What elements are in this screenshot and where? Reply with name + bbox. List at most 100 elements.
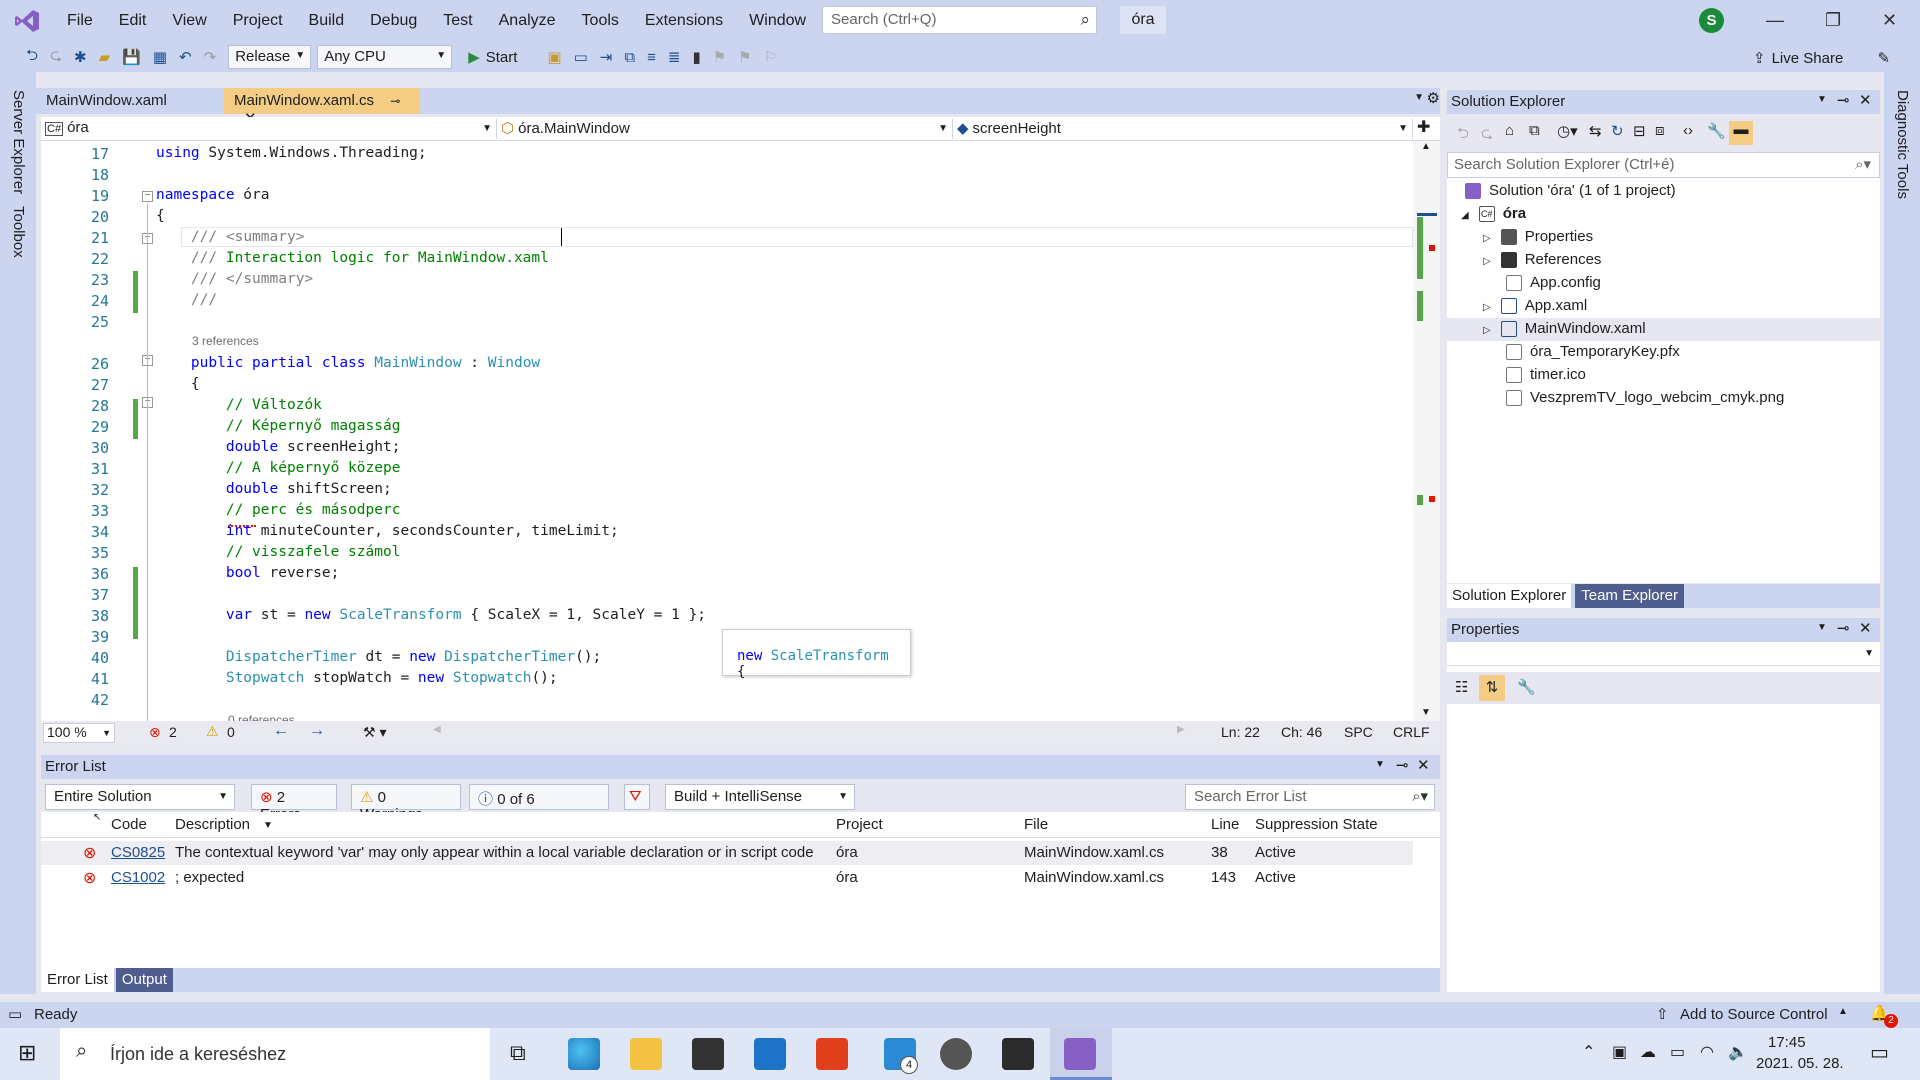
code-line[interactable]: bool reverse; — [156, 565, 340, 581]
home-icon[interactable]: ⌂ — [1505, 122, 1514, 139]
view-code-icon[interactable]: ‹› — [1683, 122, 1693, 139]
next-issue-icon[interactable]: → — [309, 722, 325, 740]
global-search-input[interactable]: Search (Ctrl+Q) ⌕ — [822, 6, 1097, 34]
clock-time[interactable]: 17:45 — [1768, 1034, 1806, 1051]
menu-edit[interactable]: Edit — [106, 0, 160, 42]
tab-mainwindow-xaml[interactable]: MainWindow.xaml — [36, 88, 222, 114]
start-button[interactable]: Start — [486, 49, 518, 66]
tab-output[interactable]: Output — [115, 968, 173, 992]
table-row[interactable]: ⊗ CS0825 The contextual keyword 'var' ma… — [41, 841, 1413, 865]
previous-issue-icon[interactable]: ← — [273, 722, 289, 740]
server-explorer-tab[interactable]: Server Explorer — [10, 90, 27, 194]
open-folder-icon[interactable]: ▰ — [99, 48, 111, 66]
categorized-icon[interactable]: ☷ — [1455, 678, 1468, 696]
action-center-icon[interactable]: ▭ — [1870, 1040, 1889, 1065]
microsoft-store-icon[interactable] — [692, 1038, 724, 1070]
pane-dropdown-icon[interactable]: ▼ — [1375, 759, 1385, 770]
split-editor-icon[interactable]: ✚ — [1417, 117, 1430, 137]
column-project[interactable]: Project — [836, 816, 883, 833]
toolbox-tab[interactable]: Toolbox — [10, 206, 27, 258]
error-count[interactable]: 2 — [169, 724, 177, 740]
menu-debug[interactable]: Debug — [357, 0, 430, 42]
battery-icon[interactable]: ▭ — [1670, 1042, 1685, 1062]
pin-icon[interactable]: ⊸ — [1837, 91, 1850, 109]
code-line[interactable]: // Képernyő magasság — [156, 418, 401, 434]
edge-browser-icon[interactable] — [568, 1038, 600, 1070]
bookmark-icon[interactable]: ▮ — [692, 48, 700, 66]
taskbar-search-box[interactable]: ⌕ Írjon ide a kereséshez — [60, 1028, 490, 1080]
build-filter-select[interactable]: Build + IntelliSense ▼ — [665, 784, 855, 810]
wifi-icon[interactable]: ◠ — [1700, 1042, 1714, 1062]
column-file[interactable]: File — [1024, 816, 1048, 833]
line-ending-indicator[interactable]: CRLF — [1393, 724, 1430, 740]
restore-icon[interactable]: ❐ — [1825, 10, 1841, 31]
pending-changes-icon[interactable]: ◷▾ — [1557, 122, 1578, 140]
member-dropdown[interactable]: ◆ screenHeight ▼ — [957, 119, 1413, 139]
codelens-references[interactable]: 0 references — [228, 713, 295, 721]
code-line[interactable]: namespace óra — [156, 187, 270, 203]
tab-solution-explorer[interactable]: Solution Explorer — [1447, 584, 1572, 608]
menu-window[interactable]: Window — [736, 0, 819, 42]
tree-item-solution[interactable]: Solution 'óra' (1 of 1 project) — [1465, 182, 1676, 200]
tree-item-app-xaml[interactable]: ▷ App.xaml — [1483, 297, 1587, 315]
collapsed-arrow-icon[interactable]: ▷ — [1483, 302, 1491, 313]
sync-icon[interactable]: ⇆ — [1589, 122, 1602, 140]
bookmark-clear-icon[interactable]: ⚐ — [764, 48, 777, 66]
expanded-arrow-icon[interactable]: ◢ — [1461, 210, 1469, 221]
clock-date[interactable]: 2021. 05. 28. — [1756, 1055, 1844, 1072]
menu-view[interactable]: View — [159, 0, 219, 42]
gear-icon[interactable]: ⚙ — [1427, 89, 1440, 107]
column-code[interactable]: Code — [111, 816, 147, 833]
tree-item-references[interactable]: ▷ References — [1483, 251, 1601, 269]
tree-item-timer-ico[interactable]: timer.ico — [1506, 366, 1586, 384]
code-cleanup-icon[interactable]: ⚒ ▾ — [363, 724, 386, 741]
errors-filter-button[interactable]: ⊗ 2 Errors — [251, 784, 337, 823]
browser-link-icon[interactable]: ▭ — [574, 48, 588, 66]
object-select[interactable]: ▼ — [1447, 644, 1880, 666]
menu-test[interactable]: Test — [430, 0, 485, 42]
redo-icon[interactable]: ↷ — [204, 48, 217, 66]
chevron-up-icon[interactable]: ⌃ — [1582, 1042, 1595, 1062]
table-row[interactable]: ⊗ CS1002 ; expected óra MainWindow.xaml.… — [41, 866, 1413, 890]
code-line[interactable]: // A képernyő közepe — [156, 460, 401, 476]
close-icon[interactable]: ✕ — [1882, 10, 1897, 31]
scroll-up-icon[interactable]: ▲ — [1421, 141, 1431, 152]
alphabetical-icon[interactable]: ⇅ — [1479, 675, 1505, 701]
toggle-panel-icon[interactable]: ⧉ — [624, 49, 635, 66]
messages-filter-button[interactable]: ⓘ 0 of 6 Messages — [469, 784, 609, 826]
pin-icon[interactable]: ⊸ — [1396, 756, 1409, 774]
warning-count[interactable]: 0 — [227, 724, 235, 740]
code-line[interactable]: // Változók — [156, 397, 322, 413]
vertical-scrollbar[interactable]: ▲ ▼ — [1413, 141, 1440, 721]
switch-views-icon[interactable]: ⧉ — [1529, 122, 1540, 139]
scroll-right-icon[interactable]: ▶ — [1177, 724, 1185, 735]
tree-item-logo-png[interactable]: VeszpremTV_logo_webcim_cmyk.png — [1506, 389, 1784, 407]
collapse-icon[interactable]: − — [142, 191, 153, 202]
tree-item-project[interactable]: ◢ C# óra — [1461, 205, 1526, 223]
code-line[interactable]: /// — [156, 292, 217, 308]
close-icon[interactable]: ✕ — [1417, 756, 1430, 774]
tab-mainwindow-xaml-cs[interactable]: MainWindow.xaml.cs ⊸ ✕ — [224, 88, 420, 127]
bookmark-prev-icon[interactable]: ⚑ — [713, 48, 726, 66]
pin-icon[interactable]: ⊸ — [390, 94, 400, 108]
code-line[interactable]: int minuteCounter, secondsCounter, timeL… — [156, 523, 619, 539]
code-line[interactable]: /// </summary> — [156, 271, 313, 287]
menu-project[interactable]: Project — [220, 0, 296, 42]
forward-icon[interactable]: ⮎ — [1481, 123, 1493, 148]
column-description[interactable]: Description — [175, 816, 250, 833]
undo-icon[interactable]: ↶ — [179, 48, 192, 66]
code-line[interactable]: /// Interaction logic for MainWindow.xam… — [156, 250, 549, 266]
close-icon[interactable]: ✕ — [1859, 91, 1872, 109]
save-icon[interactable]: 💾 — [122, 48, 141, 66]
type-dropdown[interactable]: ⬡ óra.MainWindow ▼ — [501, 119, 953, 139]
solution-name-badge[interactable]: óra — [1120, 6, 1166, 34]
column-suppression-state[interactable]: Suppression State — [1255, 816, 1378, 833]
minimize-icon[interactable]: — — [1766, 10, 1784, 31]
tab-team-explorer[interactable]: Team Explorer — [1575, 584, 1684, 608]
collapsed-arrow-icon[interactable]: ▷ — [1483, 256, 1491, 267]
filter-icon[interactable]: ⛛ — [624, 784, 650, 810]
solution-search-input[interactable]: Search Solution Explorer (Ctrl+é) ⌕▾ — [1447, 152, 1880, 178]
tree-item-app-config[interactable]: App.config — [1506, 274, 1601, 292]
whitespace-indicator[interactable]: SPC — [1344, 724, 1373, 740]
mail-icon[interactable] — [754, 1038, 786, 1070]
